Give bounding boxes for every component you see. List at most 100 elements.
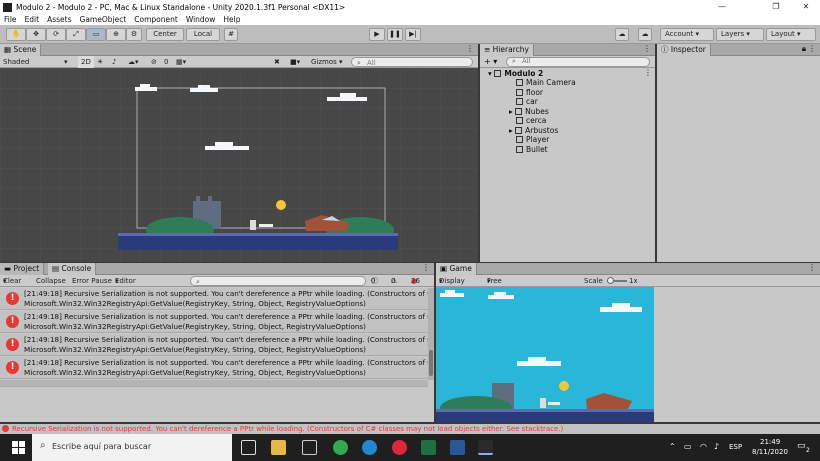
layers-dropdown[interactable]: Layers ▾ <box>716 28 764 41</box>
console-search-input[interactable]: ⌕ <box>190 276 366 286</box>
aspect-dropdown[interactable]: Free Aspect ▾ <box>487 275 511 297</box>
taskbar-search-input[interactable]: ⌕ Escribe aquí para buscar <box>32 434 232 461</box>
grid-snap-icon[interactable]: # <box>224 28 238 41</box>
play-button[interactable]: ▶ <box>369 28 385 41</box>
grid-icon[interactable]: ▦▾ <box>176 56 186 68</box>
hierarchy-root[interactable]: ▾ Modulo 2 <box>488 69 543 78</box>
hierarchy-item-nubes[interactable]: ▸ Nubes <box>509 107 549 116</box>
scale-slider[interactable] <box>607 277 627 284</box>
slider-thumb[interactable] <box>607 277 614 284</box>
edge-icon[interactable] <box>362 440 377 455</box>
lighting-icon[interactable]: ☀ <box>97 56 103 68</box>
excel-icon[interactable] <box>421 440 436 455</box>
console-entry[interactable]: ! [21:49:18] Recursive Serialization is … <box>0 311 428 333</box>
2d-toggle[interactable]: 2D <box>78 56 94 68</box>
inspector-menu-icon[interactable]: ⋮ <box>808 44 816 53</box>
pause-button[interactable]: ❚❚ <box>387 28 403 41</box>
menu-window[interactable]: Window <box>186 14 216 25</box>
tab-hierarchy[interactable]: ≡ Hierarchy <box>480 44 534 56</box>
scene-viewport[interactable] <box>0 68 478 262</box>
minimize-button[interactable]: — <box>708 0 736 14</box>
cloud-icon[interactable]: ☁ <box>638 28 652 41</box>
volume-icon[interactable]: ♪ <box>714 442 719 451</box>
rotate-tool-icon[interactable]: ⟳ <box>46 28 66 41</box>
task-view-icon[interactable] <box>241 440 256 455</box>
effects-icon[interactable]: ☁▾ <box>128 56 139 68</box>
menu-file[interactable]: File <box>4 14 17 25</box>
menu-gameobject[interactable]: GameObject <box>80 14 127 25</box>
hidden-objects-icon[interactable]: ⊘ <box>151 56 157 68</box>
menu-edit[interactable]: Edit <box>25 14 40 25</box>
language-indicator[interactable]: ESP <box>729 443 742 451</box>
status-bar[interactable]: Recursive Serialization is not supported… <box>0 424 820 434</box>
custom-tool-icon[interactable]: ⚙ <box>126 28 142 41</box>
game-menu-icon[interactable]: ⋮ <box>808 263 816 272</box>
layout-dropdown[interactable]: Layout ▾ <box>766 28 816 41</box>
hierarchy-item-bullet[interactable]: Bullet <box>516 145 548 154</box>
hierarchy-item-arbustos[interactable]: ▸ Arbustos <box>509 126 558 135</box>
menu-assets[interactable]: Assets <box>47 14 71 25</box>
panel-menu-icon[interactable]: ⋮ <box>466 44 474 53</box>
hierarchy-item-floor[interactable]: floor <box>516 88 543 97</box>
collapse-button[interactable]: Collapse <box>36 275 66 287</box>
hierarchy-search-input[interactable]: ⌕ All <box>506 57 650 67</box>
tab-project[interactable]: ▬ Project <box>0 263 45 275</box>
console-menu-icon[interactable]: ⋮ <box>422 263 430 272</box>
unity-taskbar-icon[interactable] <box>478 440 493 455</box>
hand-tool-icon[interactable]: ✋ <box>6 28 26 41</box>
editor-dropdown[interactable]: Editor ▾ <box>115 275 136 287</box>
error-pause-button[interactable]: Error Pause <box>72 275 112 287</box>
audio-icon[interactable]: ♪ <box>112 56 116 68</box>
scale-tool-icon[interactable]: ⤢ <box>66 28 86 41</box>
game-viewport[interactable] <box>436 287 654 422</box>
network-icon[interactable]: ▭ <box>684 442 692 451</box>
opera-icon[interactable] <box>392 440 407 455</box>
hierarchy-item-car[interactable]: car <box>516 97 538 106</box>
step-button[interactable]: ▶| <box>405 28 421 41</box>
scene-search-input[interactable]: ⌕ All <box>351 57 473 67</box>
store-icon[interactable] <box>302 440 317 455</box>
wifi-icon[interactable]: ◠ <box>700 442 707 451</box>
pivot-center-button[interactable]: Center <box>146 28 184 41</box>
tools-icon[interactable]: ✖ <box>274 56 280 68</box>
hierarchy-item-player[interactable]: Player <box>516 135 549 144</box>
console-vscrollbar[interactable] <box>428 288 434 380</box>
console-entry[interactable]: ! [21:49:18] Recursive Serialization is … <box>0 357 428 379</box>
windows-start-icon[interactable] <box>12 441 25 454</box>
hierarchy-menu-icon[interactable]: ⋮ <box>643 44 651 53</box>
scrollbar-thumb[interactable] <box>429 350 433 376</box>
hierarchy-item-main-camera[interactable]: Main Camera <box>516 78 576 87</box>
clear-button[interactable]: Clear ▾ <box>3 275 21 287</box>
menu-component[interactable]: Component <box>134 14 178 25</box>
maximize-button[interactable]: ❐ <box>762 0 790 14</box>
notification-icon[interactable]: ▭ <box>797 441 806 451</box>
collab-icon[interactable]: ☁ <box>615 28 629 41</box>
move-tool-icon[interactable]: ✥ <box>26 28 46 41</box>
chrome-icon[interactable] <box>333 440 348 455</box>
tray-chevron-icon[interactable]: ⌃ <box>669 442 676 451</box>
clock-time[interactable]: 21:49 <box>760 438 780 446</box>
rect-tool-icon[interactable]: ▭ <box>86 28 106 41</box>
shading-dropdown[interactable]: Shaded <box>3 56 29 68</box>
clock-date[interactable]: 8/11/2020 <box>752 448 788 456</box>
root-menu-icon[interactable]: ⋮ <box>644 68 652 77</box>
hierarchy-item-cerca[interactable]: cerca <box>516 116 546 125</box>
close-button[interactable]: ✕ <box>792 0 820 14</box>
add-object-button[interactable]: + ▾ <box>484 56 497 68</box>
console-entry[interactable]: ! [21:49:18] Recursive Serialization is … <box>0 334 428 356</box>
display-dropdown[interactable]: Display 1 ▾ <box>439 275 465 297</box>
menu-help[interactable]: Help <box>223 14 240 25</box>
word-icon[interactable] <box>450 440 465 455</box>
tab-inspector[interactable]: ⓘ Inspector <box>657 44 711 56</box>
gizmos-dropdown[interactable]: Gizmos <box>311 56 337 68</box>
file-explorer-icon[interactable] <box>271 440 286 455</box>
console-entry[interactable]: ! [21:49:18] Recursive Serialization is … <box>0 288 428 310</box>
space-local-button[interactable]: Local <box>186 28 220 41</box>
lock-icon[interactable]: 🔒︎ <box>802 44 806 54</box>
account-dropdown[interactable]: Account ▾ <box>660 28 714 41</box>
tab-game[interactable]: ▣ Game <box>436 263 477 275</box>
camera-icon[interactable]: ■▾ <box>290 56 300 68</box>
tab-scene[interactable]: ▦ Scene <box>0 44 42 56</box>
transform-tool-icon[interactable]: ⊕ <box>106 28 126 41</box>
tab-console[interactable]: ▤ Console <box>48 263 97 275</box>
